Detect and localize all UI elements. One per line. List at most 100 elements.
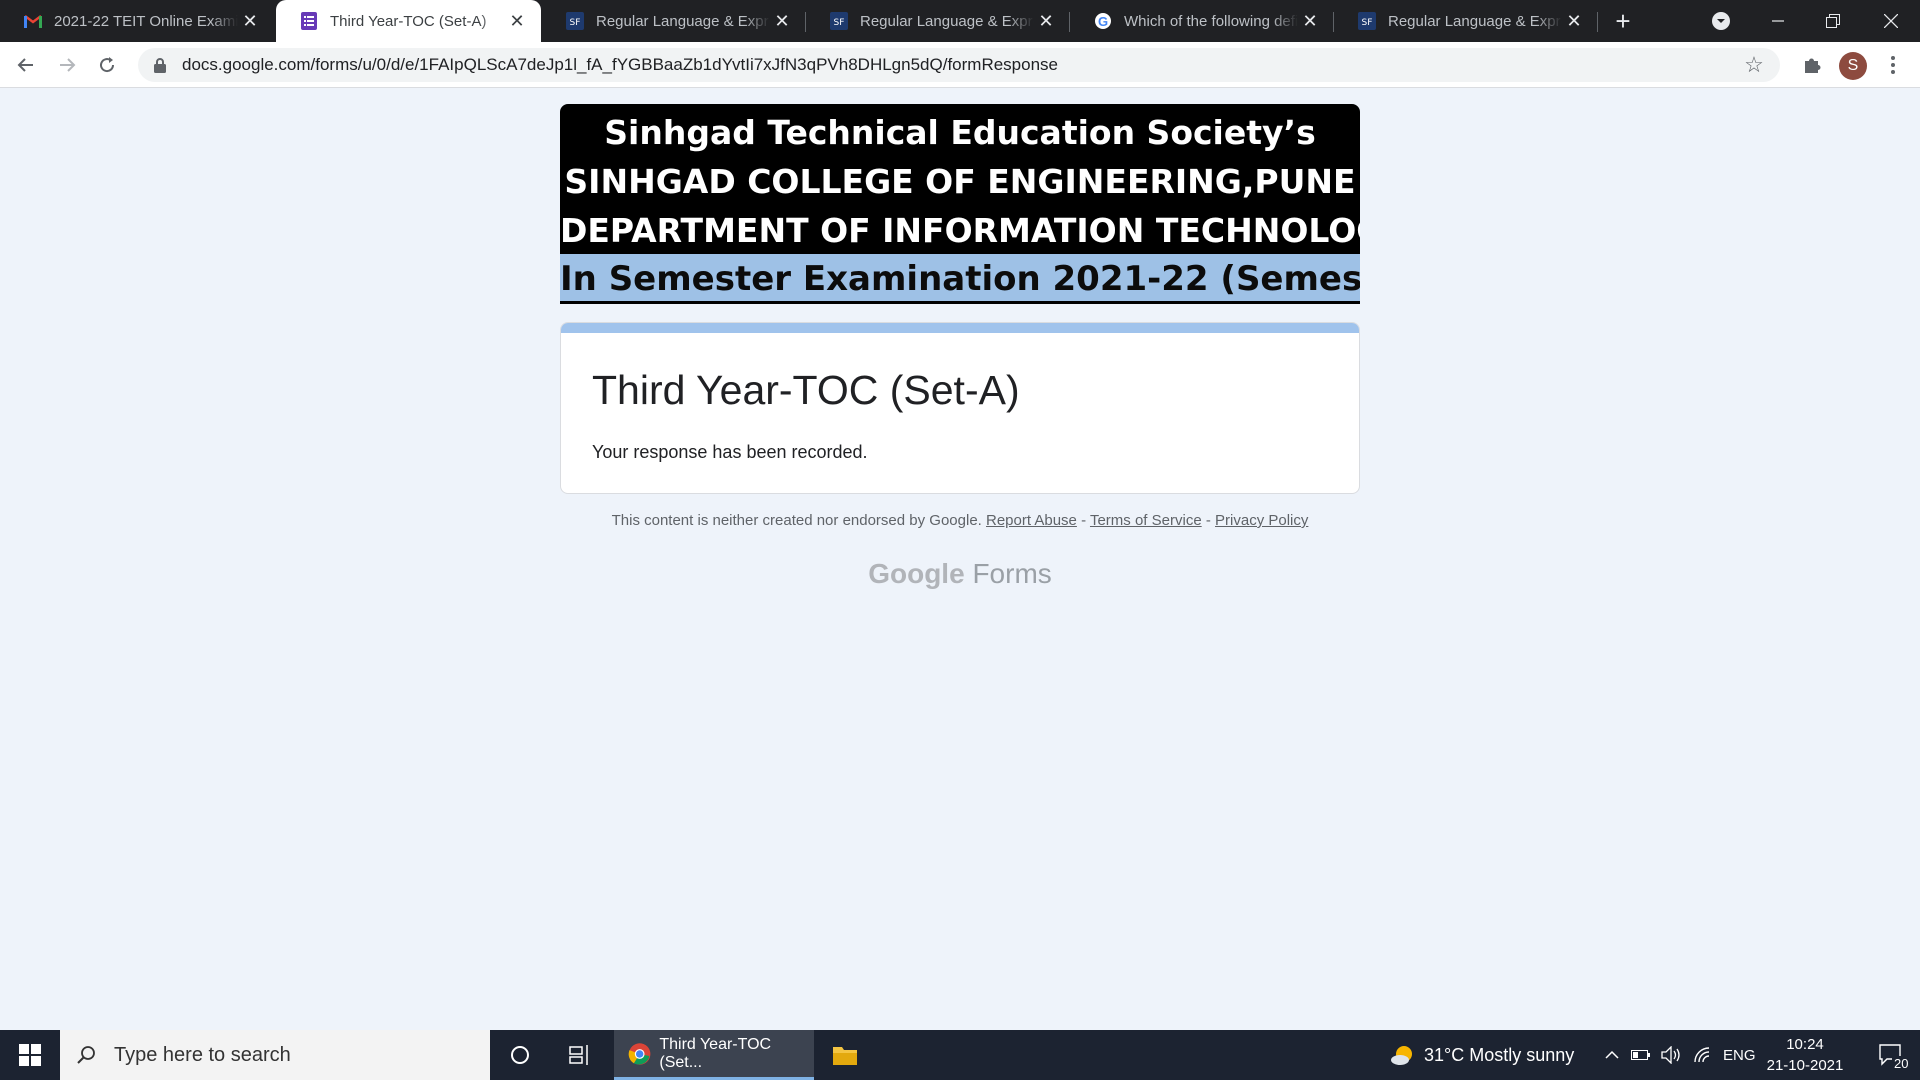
close-tab-icon[interactable]: ✕ — [238, 9, 262, 33]
clock-time: 10:24 — [1786, 1036, 1824, 1053]
privacy-policy-link[interactable]: Privacy Policy — [1215, 512, 1308, 529]
tab-gmail[interactable]: 2021-22 TEIT Online Examin ✕ — [0, 0, 274, 42]
browser-toolbar: docs.google.com/forms/u/0/d/e/1FAIpQLScA… — [0, 42, 1920, 88]
close-window-button[interactable] — [1873, 0, 1909, 42]
cortana-circle-icon — [511, 1046, 529, 1064]
input-language-indicator[interactable]: ENG — [1723, 1030, 1756, 1080]
logo-google-text: Google — [868, 558, 965, 589]
svg-text:SF: SF — [834, 18, 845, 28]
tab-title: Regular Language & Expres — [1388, 12, 1562, 30]
svg-text:G: G — [1098, 14, 1108, 29]
cortana-button[interactable] — [494, 1030, 546, 1080]
close-tab-icon[interactable]: ✕ — [1034, 9, 1058, 33]
windows-taskbar: Type here to search Third Year-TOC (Set.… — [0, 1030, 1920, 1080]
close-tab-icon[interactable]: ✕ — [505, 9, 529, 33]
battery-icon — [1631, 1050, 1650, 1060]
close-tab-icon[interactable]: ✕ — [1562, 9, 1586, 33]
network-button[interactable] — [1690, 1030, 1716, 1080]
svg-text:SF: SF — [1362, 18, 1373, 28]
taskbar-app-title: Third Year-TOC (Set... — [659, 1035, 772, 1071]
gmail-icon — [24, 12, 42, 30]
extensions-button[interactable] — [1796, 49, 1828, 81]
folder-icon — [833, 1047, 857, 1065]
confirmation-message: Your response has been recorded. — [592, 442, 868, 462]
url-text[interactable]: docs.google.com/forms/u/0/d/e/1FAIpQLScA… — [182, 55, 1742, 75]
footer-separator: - — [1201, 512, 1216, 529]
tab-title: Regular Language & Expres — [860, 12, 1034, 30]
site-favicon-icon: SF — [1358, 12, 1376, 30]
volume-button[interactable] — [1658, 1030, 1686, 1080]
back-button[interactable] — [10, 49, 42, 81]
weather-widget[interactable]: 31°C Mostly sunny — [1390, 1030, 1574, 1080]
tab-regular-language-1[interactable]: SF Regular Language & Expres ✕ — [542, 0, 806, 42]
puzzle-piece-icon — [1805, 58, 1821, 73]
tab-regular-language-2[interactable]: SF Regular Language & Expres ✕ — [806, 0, 1070, 42]
tab-title: Third Year-TOC (Set-A) — [330, 12, 487, 30]
forward-button[interactable] — [51, 49, 83, 81]
tab-which-of-the-following[interactable]: G Which of the following defi ✕ — [1070, 0, 1334, 42]
response-confirmation-card: Third Year-TOC (Set-A) Your response has… — [560, 322, 1360, 494]
search-placeholder: Type here to search — [114, 1043, 291, 1066]
form-footer: This content is neither created nor endo… — [560, 512, 1360, 529]
weather-text: 31°C Mostly sunny — [1424, 1044, 1575, 1065]
footer-disclaimer: This content is neither created nor endo… — [611, 512, 982, 529]
tab-title: Which of the following defi — [1124, 12, 1298, 30]
plus-icon: + — [1615, 5, 1631, 36]
form-header-banner: Sinhgad Technical Education Society’s SI… — [560, 104, 1360, 304]
chevron-up-icon — [1605, 1050, 1619, 1059]
taskbar-app-chrome[interactable]: Third Year-TOC (Set... — [614, 1030, 814, 1080]
reload-icon — [100, 57, 115, 73]
svg-text:SF: SF — [570, 18, 581, 28]
bookmark-star-icon[interactable]: ☆ — [1742, 52, 1766, 77]
system-clock[interactable]: 10:24 21-10-2021 — [1760, 1034, 1850, 1076]
arrow-left-icon — [17, 58, 33, 72]
banner-department-name: DEPARTMENT OF INFORMATION TECHNOLOGY — [560, 211, 1360, 250]
chevron-down-icon — [1712, 12, 1730, 30]
taskbar-app-file-explorer[interactable] — [820, 1030, 870, 1080]
clock-date: 21-10-2021 — [1766, 1057, 1844, 1074]
tab-third-year-toc[interactable]: Third Year-TOC (Set-A) ✕ — [276, 0, 541, 42]
speaker-icon — [1661, 1046, 1680, 1064]
reload-button[interactable] — [91, 49, 123, 81]
profile-avatar[interactable]: S — [1839, 52, 1867, 80]
minimize-icon — [1772, 20, 1784, 22]
tab-separator — [1597, 12, 1598, 32]
arrow-right-icon — [60, 58, 76, 72]
form-title: Third Year-TOC (Set-A) — [592, 367, 1020, 413]
card-accent-bar — [561, 323, 1359, 333]
restore-button[interactable] — [1815, 0, 1851, 42]
show-hidden-icons-button[interactable] — [1600, 1030, 1624, 1080]
close-tab-icon[interactable]: ✕ — [1298, 9, 1322, 33]
notification-center-button[interactable]: 20 — [1866, 1030, 1916, 1080]
start-button[interactable] — [0, 1030, 60, 1080]
footer-separator: - — [1076, 512, 1090, 529]
battery-button[interactable] — [1628, 1030, 1654, 1080]
tab-regular-language-3[interactable]: SF Regular Language & Expres ✕ — [1334, 0, 1598, 42]
minimize-button[interactable] — [1760, 0, 1796, 42]
google-forms-icon — [300, 12, 318, 30]
search-icon — [77, 1046, 95, 1064]
more-vertical-icon — [1891, 56, 1895, 74]
task-view-button[interactable] — [554, 1030, 606, 1080]
tab-search-button[interactable] — [1706, 0, 1736, 42]
browser-menu-button[interactable] — [1877, 49, 1909, 81]
close-tab-icon[interactable]: ✕ — [770, 9, 794, 33]
new-tab-button[interactable]: + — [1605, 0, 1641, 42]
chrome-icon — [628, 1042, 651, 1065]
banner-society-name: Sinhgad Technical Education Society’s — [604, 113, 1316, 152]
terms-of-service-link[interactable]: Terms of Service — [1090, 512, 1202, 529]
google-forms-logo[interactable]: Google Forms — [560, 558, 1360, 590]
task-view-icon — [569, 1045, 588, 1065]
tab-title: 2021-22 TEIT Online Examin — [54, 12, 238, 30]
google-icon: G — [1094, 12, 1112, 30]
windows-logo-icon — [19, 1044, 41, 1066]
site-favicon-icon: SF — [830, 12, 848, 30]
banner-college-name: SINHGAD COLLEGE OF ENGINEERING,PUNE — [564, 162, 1356, 201]
report-abuse-link[interactable]: Report Abuse — [986, 512, 1077, 529]
address-bar[interactable]: docs.google.com/forms/u/0/d/e/1FAIpQLScA… — [138, 48, 1780, 82]
close-icon — [1884, 14, 1898, 28]
taskbar-search-box[interactable]: Type here to search — [60, 1030, 490, 1080]
tab-title: Regular Language & Expres — [596, 12, 770, 30]
browser-tab-strip: 2021-22 TEIT Online Examin ✕ Third Year-… — [0, 0, 1920, 42]
notification-count-badge: 20 — [1892, 1056, 1911, 1071]
